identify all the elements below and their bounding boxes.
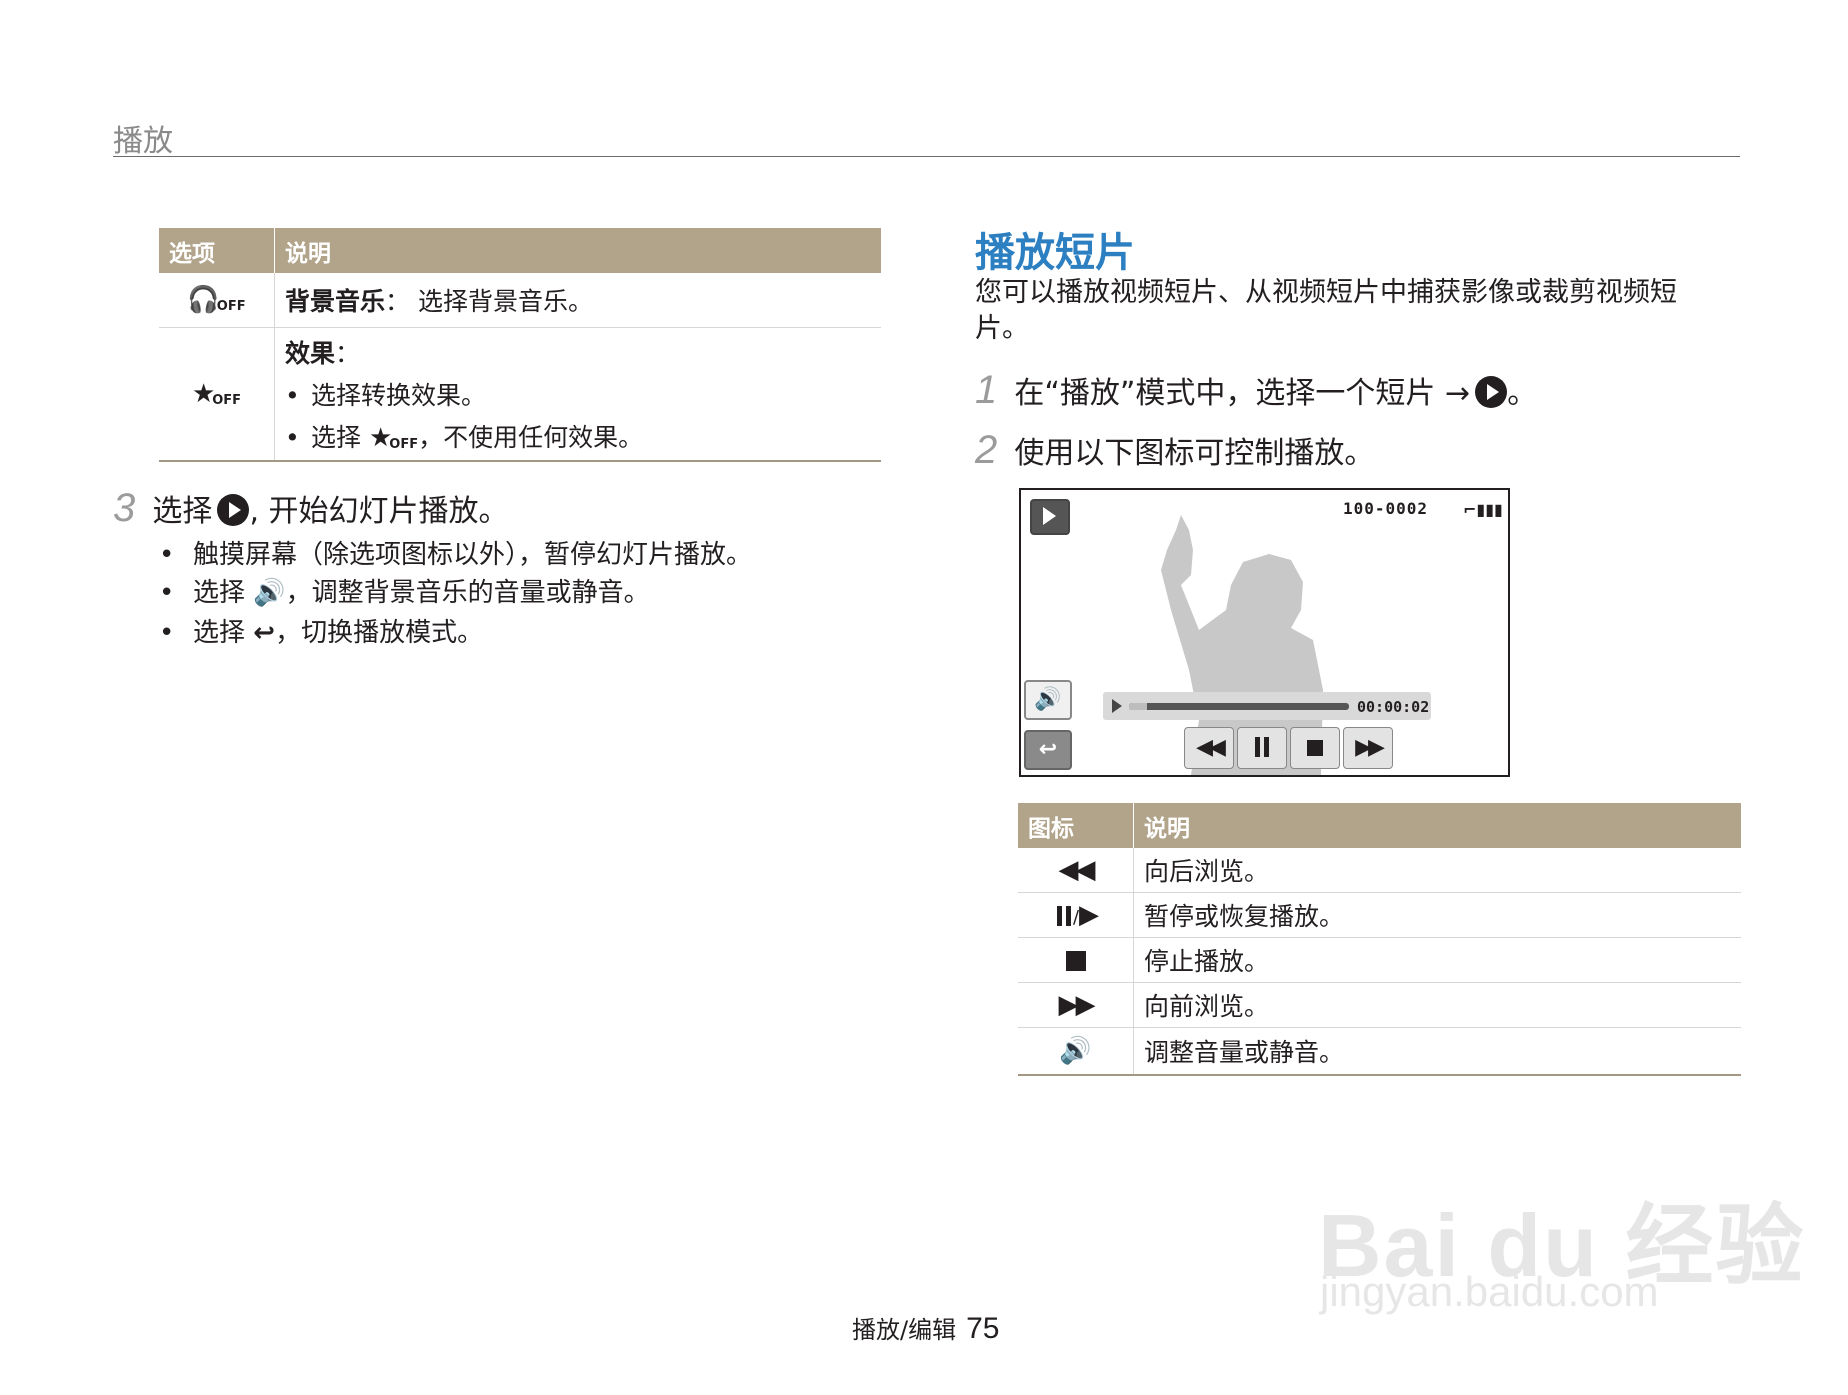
list-item: • 触摸屏幕（除选项图标以外），暂停幻灯片播放。	[159, 540, 753, 570]
back-button[interactable]: ↩	[1024, 730, 1072, 770]
bgm-off-icon: 🎧OFF	[187, 285, 246, 315]
list-item: • 选择 ★OFF，不使用任何效果。	[285, 423, 644, 453]
progress-fill	[1129, 703, 1147, 710]
progress-play-icon	[1112, 699, 1122, 713]
elapsed-time: 00:00:02	[1357, 698, 1430, 716]
rewind-icon: ◀◀	[1196, 735, 1226, 760]
table-row: 🎧OFF 背景音乐： 选择背景音乐。	[159, 273, 881, 328]
page-number: 75	[966, 1312, 1000, 1345]
effect-off-icon: ★OFF	[368, 423, 419, 453]
section-intro: 您可以播放视频短片、从视频短片中捕获影像或裁剪视频短片。	[975, 277, 1677, 344]
header-divider	[113, 156, 1740, 157]
pause-button[interactable]	[1237, 727, 1287, 769]
step-number: 2	[975, 428, 998, 472]
back-icon: ↩	[253, 618, 276, 648]
option-desc: 选择背景音乐。	[417, 287, 593, 316]
icon-header-desc: 说明	[1133, 803, 1741, 848]
table-row: 停止播放。	[1018, 937, 1741, 983]
icon-table-header: 图标 说明	[1018, 803, 1741, 848]
camera-screen: 100-0002 ⌐▮▮▮ 🔊 ↩ 00:00:02 ◀◀ ▶▶	[1019, 488, 1510, 777]
play-circle-icon	[1475, 376, 1508, 408]
options-table: 选项 说明 🎧OFF 背景音乐： 选择背景音乐。 ★OFF 效果： • 选择转换效…	[159, 228, 881, 462]
pause-icon	[1253, 735, 1271, 760]
table-row: ◀◀ 向后浏览。	[1018, 848, 1741, 893]
watermark-url: jingyan.baidu.com	[1320, 1268, 1659, 1315]
table-row: ▶▶ 向前浏览。	[1018, 982, 1741, 1028]
step-3: 3 选择 , 开始幻灯片播放。	[113, 486, 509, 530]
battery-icon: ⌐▮▮▮	[1463, 500, 1503, 519]
step-number: 3	[113, 486, 136, 530]
list-item: • 选择 🔊，调整背景音乐的音量或静音。	[159, 578, 650, 608]
page-footer: 播放/编辑 75	[852, 1310, 999, 1346]
fast-forward-icon: ▶▶	[1355, 735, 1385, 760]
options-header-desc: 说明	[274, 228, 881, 273]
icon-table: 图标 说明 ◀◀ 向后浏览。 /▶ 暂停或恢复播放。 停止播放。 ▶▶ 向前浏览…	[1018, 803, 1741, 1076]
play-mode-icon[interactable]	[1030, 499, 1070, 535]
stop-icon	[1307, 735, 1323, 760]
table-row: ★OFF 效果： • 选择转换效果。 • 选择 ★OFF，不使用任何效果。	[159, 327, 881, 462]
step-1: 1 在“播放”模式中，选择一个短片 → 。	[975, 368, 1538, 412]
options-table-header: 选项 说明	[159, 228, 881, 273]
progress-track	[1129, 703, 1349, 710]
rewind-button[interactable]: ◀◀	[1184, 727, 1234, 769]
section-title: 播放短片	[975, 230, 1135, 276]
fast-forward-icon: ▶▶	[1058, 990, 1096, 1020]
volume-button[interactable]: 🔊	[1024, 680, 1072, 720]
step-2: 2 使用以下图标可控制播放。	[975, 428, 1375, 472]
list-item: • 选择 ↩，切换播放模式。	[159, 618, 484, 648]
rewind-icon: ◀◀	[1058, 855, 1096, 885]
volume-icon: 🔊	[253, 578, 286, 608]
option-title: 效果	[285, 339, 336, 368]
volume-icon: 🔊	[1059, 1036, 1092, 1066]
stop-icon	[1065, 946, 1086, 975]
effect-off-icon: ★OFF	[191, 379, 242, 409]
back-icon: ↩	[1038, 737, 1058, 762]
table-row: /▶ 暂停或恢复播放。	[1018, 892, 1741, 938]
table-row: 🔊 调整音量或静音。	[1018, 1027, 1741, 1076]
footer-section: 播放/编辑	[852, 1316, 957, 1344]
option-title: 背景音乐	[285, 287, 386, 316]
list-item: • 选择转换效果。	[285, 381, 487, 410]
progress-bar[interactable]: 00:00:02	[1103, 692, 1431, 720]
page-header-title: 播放	[113, 124, 173, 159]
stop-button[interactable]	[1290, 727, 1340, 769]
icon-header-icon: 图标	[1018, 803, 1134, 848]
volume-icon: 🔊	[1034, 687, 1062, 712]
step-number: 1	[975, 368, 998, 412]
options-header-option: 选项	[159, 228, 275, 273]
file-counter: 100-0002	[1343, 499, 1429, 518]
play-circle-icon	[217, 494, 250, 526]
fast-forward-button[interactable]: ▶▶	[1343, 727, 1393, 769]
pause-play-icon: /▶	[1055, 900, 1099, 930]
